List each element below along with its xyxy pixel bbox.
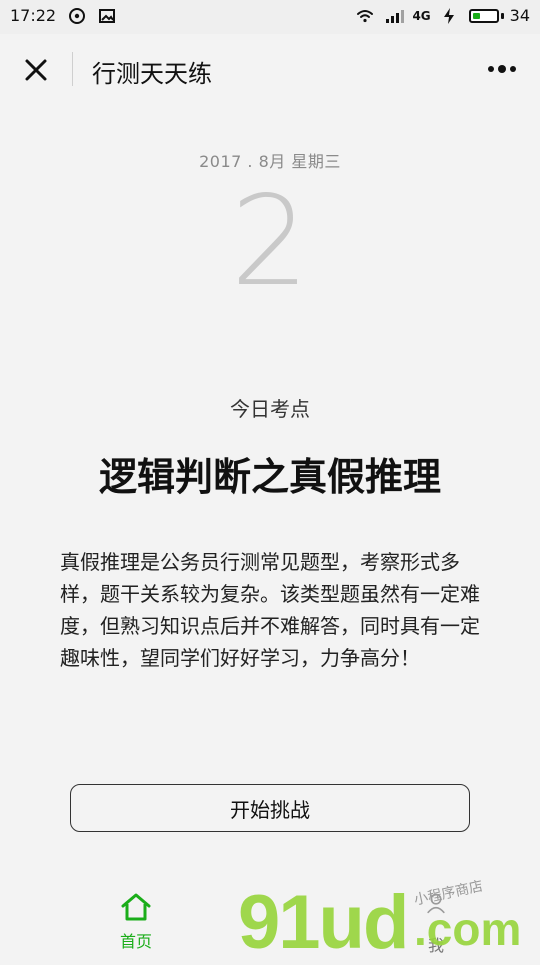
- status-time: 17:22: [10, 6, 57, 25]
- tab-home[interactable]: 首页: [106, 892, 166, 956]
- today-topic-label: 今日考点: [230, 397, 310, 421]
- charging-icon: [441, 7, 459, 25]
- status-right: 4G 34: [356, 6, 530, 25]
- app-header: 行测天天练: [0, 34, 540, 104]
- topic-description: 真假推理是公务员行测常见题型，考察形式多样，题干关系较为复杂。该类型题虽然有一定…: [60, 550, 480, 670]
- wechat-icon: [68, 7, 86, 25]
- image-icon: [98, 7, 116, 25]
- wifi-icon: [356, 7, 374, 25]
- battery-icon: [468, 8, 499, 23]
- start-challenge-button[interactable]: 开始挑战: [70, 784, 470, 832]
- day-number: 2: [230, 170, 310, 314]
- tab-home-label: 首页: [119, 932, 152, 951]
- battery: 34: [468, 6, 530, 25]
- user-icon: [427, 893, 445, 914]
- battery-fill: [472, 12, 480, 19]
- more-button[interactable]: [482, 54, 522, 84]
- status-bar: 17:22 4G 34: [0, 0, 540, 34]
- signal-icon: [384, 7, 405, 25]
- home-icon: [121, 893, 151, 921]
- header-divider: [72, 52, 73, 86]
- more-dots-icon: [488, 65, 516, 73]
- tab-me[interactable]: 我: [396, 892, 476, 956]
- status-left: 17:22: [10, 6, 116, 25]
- battery-level: 34: [509, 6, 530, 25]
- bottom-navigation: 首页 我: [0, 884, 540, 960]
- tab-me-label: 我: [427, 936, 444, 955]
- date-label: 2017 . 8月 星期三: [199, 152, 341, 171]
- topic-title: 逻辑判断之真假推理: [98, 455, 441, 499]
- page-title: 行测天天练: [92, 60, 212, 88]
- close-icon: [25, 59, 47, 81]
- network-label: 4G: [412, 8, 431, 23]
- battery-tip: [500, 12, 504, 19]
- close-button[interactable]: [18, 52, 54, 88]
